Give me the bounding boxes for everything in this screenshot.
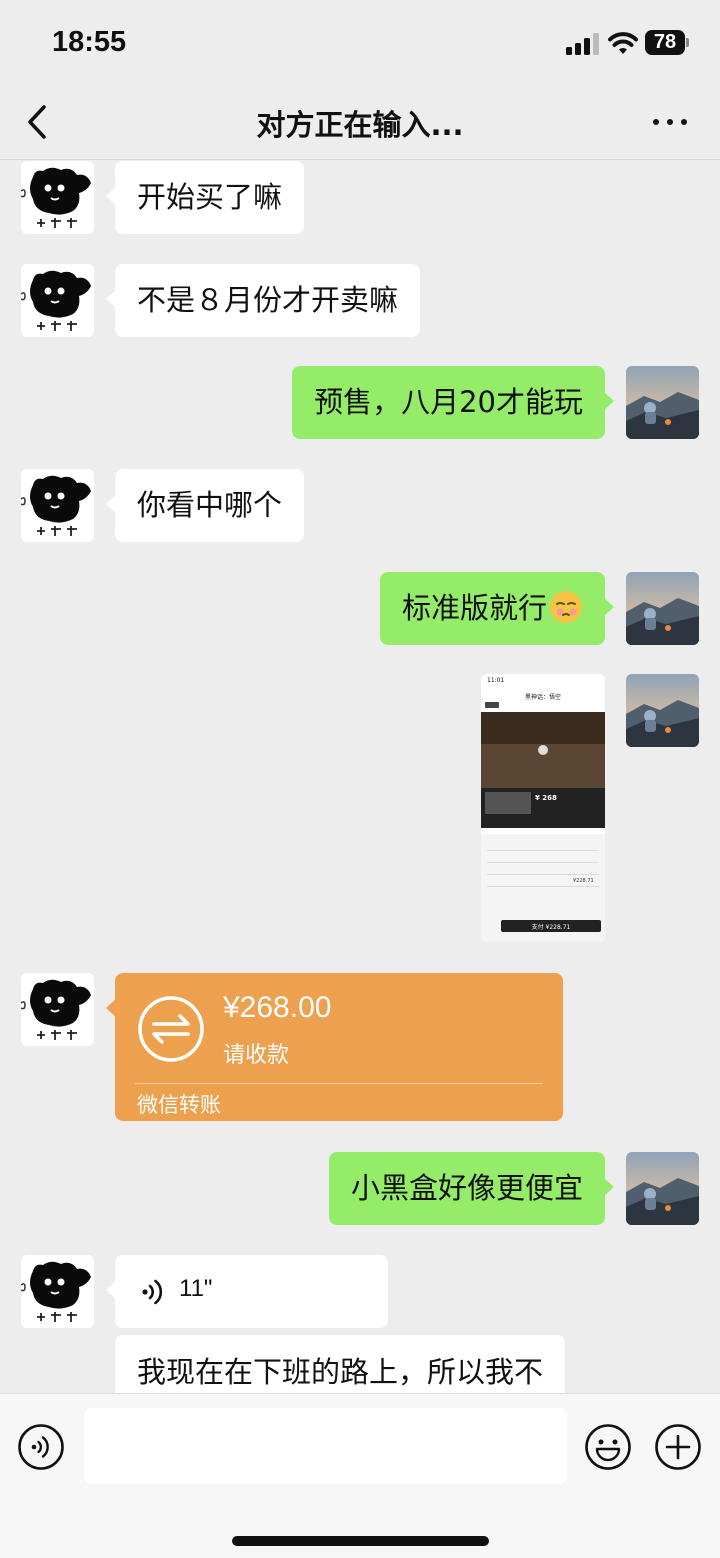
transfer-divider	[135, 1083, 543, 1084]
battery-nub	[686, 38, 689, 47]
screenshot-price: ¥ 268	[535, 794, 557, 802]
voice-wave-icon	[142, 1279, 163, 1305]
transfer-note: 请收款	[223, 1043, 290, 1068]
chevron-left-icon[interactable]	[22, 102, 52, 142]
voice-mode-icon[interactable]	[17, 1423, 65, 1471]
transfer-footer-label: 微信转账	[137, 1093, 221, 1117]
message-text: 标准版就行	[401, 591, 547, 625]
cellular-signal-icon	[566, 33, 600, 55]
screenshot-pay-label: 支付 ¥228.71	[531, 924, 571, 931]
message-text: 开始买了嘛	[137, 180, 283, 214]
chat-header: 对方正在输入...	[0, 86, 720, 160]
message-text: 预售，八月20才能玩	[314, 385, 583, 419]
message-bubble-incoming[interactable]: 开始买了嘛	[106, 161, 305, 234]
shared-screenshot-image[interactable]: 11:01 黑神话：悟空 ¥ 268 ¥228.71 支付 ¥228.71	[481, 674, 605, 942]
message-bubble-outgoing[interactable]: 小黑盒好像更便宜	[328, 1152, 614, 1225]
message-text: 小黑盒好像更便宜	[350, 1171, 583, 1205]
battery-indicator: 78	[645, 30, 685, 55]
contact-avatar[interactable]	[21, 161, 94, 234]
my-avatar[interactable]	[626, 572, 699, 645]
wifi-icon	[608, 32, 638, 54]
message-text: 不是８月份才开卖嘛	[137, 283, 399, 317]
input-bar	[0, 1393, 720, 1558]
message-text: 我现在在下班的路上，所以我不	[137, 1355, 544, 1389]
transfer-card[interactable]: ¥268.00 请收款 微信转账	[106, 973, 563, 1121]
smirking-face-emoji	[550, 591, 582, 623]
message-bubble-outgoing[interactable]: 标准版就行	[379, 572, 614, 645]
my-avatar[interactable]	[626, 674, 699, 747]
message-bubble-outgoing[interactable]: 预售，八月20才能玩	[292, 366, 614, 439]
message-bubble-incoming[interactable]: 我现在在下班的路上，所以我不	[115, 1335, 566, 1393]
message-text: 你看中哪个	[137, 488, 283, 522]
message-input[interactable]	[84, 1408, 567, 1484]
contact-avatar[interactable]	[21, 469, 94, 542]
status-bar: 18:55 78	[0, 0, 720, 86]
my-avatar[interactable]	[626, 366, 699, 439]
home-indicator	[232, 1536, 489, 1546]
voice-message[interactable]: 11"	[106, 1255, 388, 1328]
contact-avatar[interactable]	[21, 973, 94, 1046]
more-horizontal-icon[interactable]	[650, 112, 690, 132]
screenshot-time: 11:01	[487, 677, 505, 684]
screenshot-detail-price: ¥228.71	[573, 878, 594, 884]
message-list[interactable]: 开始买了嘛 不是８月份才开卖嘛 预售，八月20才能玩 你看中哪个 标准版就行 1…	[0, 160, 720, 1393]
transfer-amount: ¥268.00	[223, 991, 332, 1024]
transfer-arrows-icon	[138, 996, 204, 1062]
contact-avatar[interactable]	[21, 264, 94, 337]
message-bubble-incoming[interactable]: 不是８月份才开卖嘛	[106, 264, 421, 337]
status-time: 18:55	[52, 26, 127, 58]
add-icon[interactable]	[654, 1423, 702, 1471]
emoji-icon[interactable]	[584, 1423, 632, 1471]
screenshot-title: 黑神话：悟空	[524, 694, 561, 701]
message-bubble-incoming[interactable]: 你看中哪个	[106, 469, 305, 542]
voice-duration: 11"	[179, 1275, 213, 1302]
my-avatar[interactable]	[626, 1152, 699, 1225]
chat-title: 对方正在输入...	[256, 108, 464, 142]
contact-avatar[interactable]	[21, 1255, 94, 1328]
